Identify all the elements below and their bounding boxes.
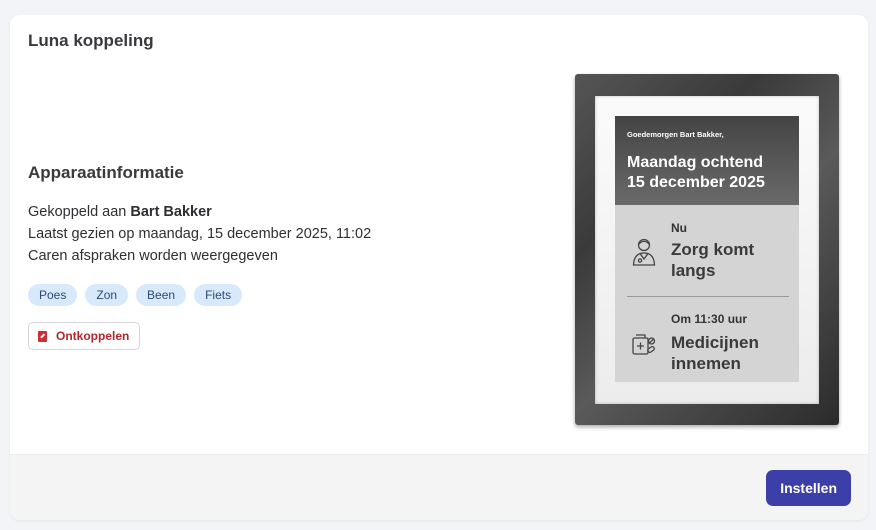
tag: Zon (85, 284, 129, 306)
device-mat: Goedemorgen Bart Bakker, Maandag ochtend… (595, 96, 819, 404)
luna-card: Luna koppeling Apparaatinformatie Gekopp… (10, 15, 868, 520)
section-title: Apparaatinformatie (28, 163, 184, 182)
card-title: Luna koppeling (28, 31, 154, 50)
item-now-main: Zorg komt langs (671, 240, 755, 280)
linked-prefix: Gekoppeld aan (28, 204, 131, 220)
linked-name: Bart Bakker (130, 204, 212, 220)
appointments-note: Caren afspraken worden weergegeven (28, 248, 278, 264)
tag: Been (136, 284, 187, 306)
tag: Fiets (194, 284, 243, 306)
card-footer: Instellen (10, 454, 868, 520)
unlink-icon (38, 330, 47, 342)
linked-to-line: Gekoppeld aan Bart Bakker (28, 201, 528, 223)
device-screen: Goedemorgen Bart Bakker, Maandag ochtend… (615, 116, 799, 382)
caregiver-icon (632, 238, 656, 266)
item-medicine-main: Medicijnen innemen (671, 333, 759, 373)
device-frame: Goedemorgen Bart Bakker, Maandag ochtend… (575, 74, 839, 425)
tag: Poes (28, 284, 78, 306)
screen-divider (627, 296, 789, 297)
screen-header: Goedemorgen Bart Bakker, Maandag ochtend… (615, 116, 799, 205)
screen-date-line2: 15 december 2025 (627, 174, 765, 191)
unlink-button[interactable]: Ontkoppelen (28, 322, 141, 350)
item-medicine-sub: Om 11:30 uur (671, 312, 748, 326)
tag-list: Poes Zon Been Fiets (28, 284, 528, 306)
medicine-icon (632, 334, 656, 355)
item-now-sub: Nu (671, 221, 687, 235)
last-seen-line: Laatst gezien op maandag, 15 december 20… (28, 226, 372, 242)
screen-greeting: Goedemorgen Bart Bakker, (627, 130, 724, 139)
setup-button[interactable]: Instellen (766, 470, 851, 506)
unlink-label: Ontkoppelen (56, 329, 130, 343)
device-info: Apparaatinformatie Gekoppeld aan Bart Ba… (28, 163, 528, 350)
screen-date-line1: Maandag ochtend (627, 154, 764, 171)
screen-date: Maandag ochtend 15 december 2025 (627, 153, 787, 193)
